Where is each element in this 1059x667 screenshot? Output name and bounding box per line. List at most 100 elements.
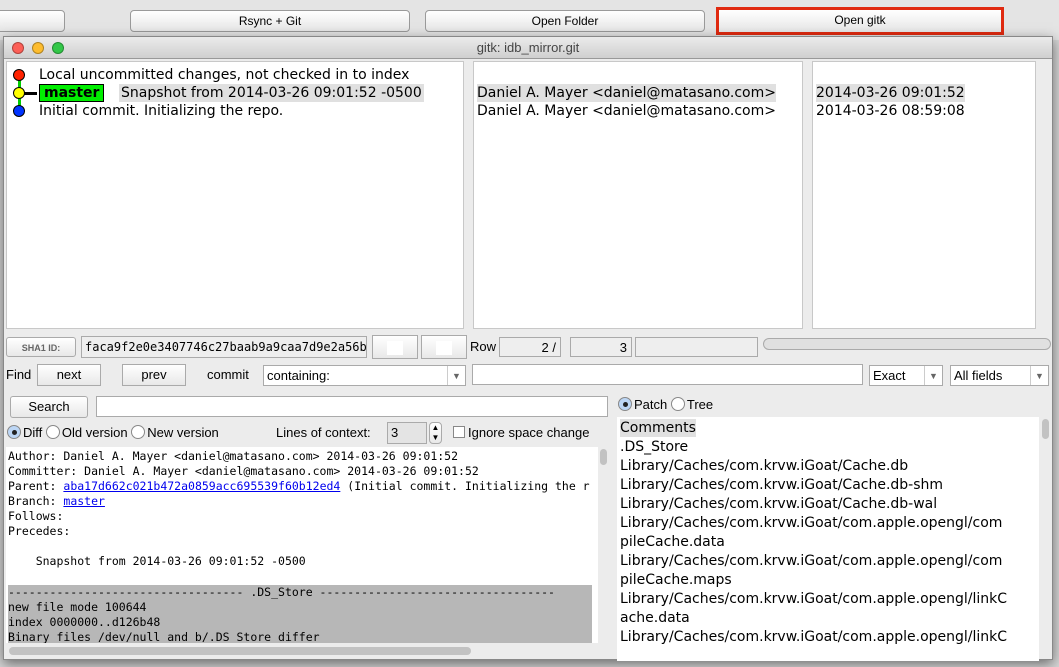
diff-line: index 0000000..d126b48 [8, 615, 161, 629]
sha1-id-button[interactable]: SHA1 ID: [6, 337, 76, 357]
row-label: Row [470, 339, 497, 354]
commit-row[interactable]: Local uncommitted changes, not checked i… [39, 66, 409, 84]
find-type-value: containing: [267, 368, 330, 383]
file-list-item[interactable]: Library/Caches/com.krvw.iGoat/Cache.db-w… [620, 495, 937, 513]
author-pane[interactable]: Daniel A. Mayer <daniel@matasano.com> Da… [473, 61, 803, 329]
file-list-item[interactable]: Comments [620, 419, 696, 437]
context-label: Lines of context: [276, 425, 371, 440]
file-list-scrollbar[interactable] [1042, 419, 1049, 439]
find-prev-button[interactable]: prev [122, 364, 186, 386]
ignore-space-checkbox[interactable]: Ignore space change [453, 423, 589, 443]
ignore-space-label: Ignore space change [468, 425, 590, 440]
file-list-item[interactable]: .DS_Store [620, 438, 688, 456]
branch-tag-master[interactable]: master [39, 84, 105, 102]
author-line: Author: Daniel A. Mayer <daniel@matasano… [8, 449, 459, 463]
fields-dropdown[interactable]: All fields ▼ [950, 365, 1049, 386]
diff-line: Binary files /dev/null and b/.DS_Store d… [8, 630, 320, 643]
open-gitk-button[interactable]: Open gitk [716, 7, 1004, 35]
date-cell: 2014-03-26 09:01:52 [816, 84, 965, 102]
find-input[interactable] [472, 364, 863, 385]
commit-dot-initial [13, 105, 25, 117]
committer-line: Committer: Daniel A. Mayer <daniel@matas… [8, 464, 479, 478]
commit-label: commit [207, 367, 249, 382]
file-list-item[interactable]: Library/Caches/com.krvw.iGoat/com.apple.… [620, 628, 1007, 646]
rsync-git-button[interactable]: Rsync + Git [130, 10, 410, 32]
radio-selected-icon [618, 397, 632, 411]
date-pane[interactable]: 2014-03-26 09:01:52 2014-03-26 08:59:08 [812, 61, 1036, 329]
date-cell: 2014-03-26 08:59:08 [816, 103, 965, 119]
author-cell: Daniel A. Mayer <daniel@matasano.com> [477, 103, 776, 119]
branch-label: Branch: [8, 494, 64, 508]
new-version-radio[interactable]: New version [147, 425, 219, 440]
parent-hash-link[interactable]: aba17d662c021b472a0859acc695539f60b12ed4 [63, 479, 340, 493]
zoom-window-button[interactable] [52, 42, 64, 54]
file-list-item[interactable]: Library/Caches/com.krvw.iGoat/com.apple.… [620, 590, 1007, 608]
open-folder-button[interactable]: Open Folder [425, 10, 705, 32]
search-button[interactable]: Search [10, 396, 88, 418]
radio-icon [45, 425, 60, 439]
branch-link[interactable]: master [63, 494, 105, 508]
find-label: Find [6, 367, 32, 382]
radio-icon [131, 425, 146, 439]
file-diff-block: ---------------------------------- .DS_S… [8, 585, 592, 643]
follows-line: Follows: [8, 509, 64, 523]
file-list-item[interactable]: Library/Caches/com.krvw.iGoat/com.apple.… [620, 514, 1002, 532]
context-spinbox[interactable]: 3 [387, 422, 427, 444]
diff-vertical-scrollbar[interactable] [600, 449, 607, 465]
commit-row-selected[interactable]: Snapshot from 2014-03-26 09:01:52 -0500 [119, 84, 424, 102]
search-input[interactable] [96, 396, 608, 417]
commit-list-pane[interactable]: Local uncommitted changes, not checked i… [6, 61, 464, 329]
dropdown-arrow-icon: ▼ [447, 366, 465, 385]
patch-label: Patch [634, 397, 668, 412]
row-current: 2 / [499, 337, 561, 357]
file-list-item[interactable]: pileCache.maps [620, 571, 732, 589]
tree-radio-label[interactable]: Tree [687, 397, 713, 412]
author-cell: Daniel A. Mayer <daniel@matasano.com> [477, 84, 776, 102]
commit-message: Snapshot from 2014-03-26 09:01:52 -0500 [8, 554, 306, 568]
file-list-item[interactable]: Library/Caches/com.krvw.iGoat/com.apple.… [620, 552, 1002, 570]
row-total: 3 [570, 337, 632, 357]
find-type-dropdown[interactable]: containing: ▼ [263, 365, 466, 386]
diff-horizontal-scrollbar[interactable] [9, 647, 471, 655]
sha1-field[interactable]: faca9f2e0e3407746c27baab9a9caa7d9e2a56b4 [81, 336, 367, 358]
gitk-window: gitk: idb_mirror.git Local uncommitted c… [3, 36, 1053, 661]
patch-radio[interactable]: Patch Tree [618, 395, 713, 415]
dropdown-arrow-icon: ▼ [924, 366, 942, 385]
parent-line: Parent: aba17d662c021b472a0859acc695539f… [8, 479, 590, 494]
fields-value: All fields [954, 368, 1003, 383]
diff-details-pane[interactable]: Author: Daniel A. Mayer <daniel@matasano… [6, 447, 598, 643]
file-list-item[interactable]: ache.data [620, 609, 690, 627]
status-field [635, 337, 758, 357]
close-window-button[interactable] [12, 42, 24, 54]
checkbox-icon [453, 426, 465, 438]
file-list-pane[interactable]: Comments .DS_Store Library/Caches/com.krvw… [617, 417, 1039, 661]
file-list-item[interactable]: Library/Caches/com.krvw.iGoat/Cache.db-s… [620, 476, 943, 494]
radio-selected-icon [7, 425, 21, 439]
precedes-line: Precedes: [8, 524, 71, 538]
parent-label: Parent: [8, 479, 64, 493]
commit-row[interactable]: Initial commit. Initializing the repo. [39, 102, 283, 120]
window-title: gitk: idb_mirror.git [476, 40, 580, 55]
commit-dot-master [13, 87, 25, 99]
back-button[interactable] [372, 335, 418, 359]
file-header: ---------------------------------- .DS_S… [8, 585, 555, 599]
diff-radio[interactable]: Diff [23, 425, 42, 440]
diff-mode-radios[interactable]: Diff Old version New version [7, 423, 219, 443]
branch-line: Branch: master [8, 494, 105, 509]
forward-button[interactable] [421, 335, 467, 359]
find-next-button[interactable]: next [37, 364, 101, 386]
file-list-item[interactable]: pileCache.data [620, 533, 725, 551]
background-button[interactable] [0, 10, 65, 32]
file-list-item[interactable]: Library/Caches/com.krvw.iGoat/Cache.db [620, 457, 908, 475]
old-version-radio[interactable]: Old version [62, 425, 128, 440]
radio-icon [670, 397, 685, 411]
minimize-window-button[interactable] [32, 42, 44, 54]
commit-dot-local [13, 69, 25, 81]
title-bar: gitk: idb_mirror.git [4, 37, 1052, 59]
context-stepper-icon[interactable]: ▲ ▼ [429, 422, 442, 444]
dropdown-arrow-icon: ▼ [1030, 366, 1048, 385]
match-dropdown[interactable]: Exact ▼ [869, 365, 943, 386]
diff-line: new file mode 100644 [8, 600, 147, 614]
progress-bar [763, 338, 1051, 350]
match-value: Exact [873, 368, 906, 383]
